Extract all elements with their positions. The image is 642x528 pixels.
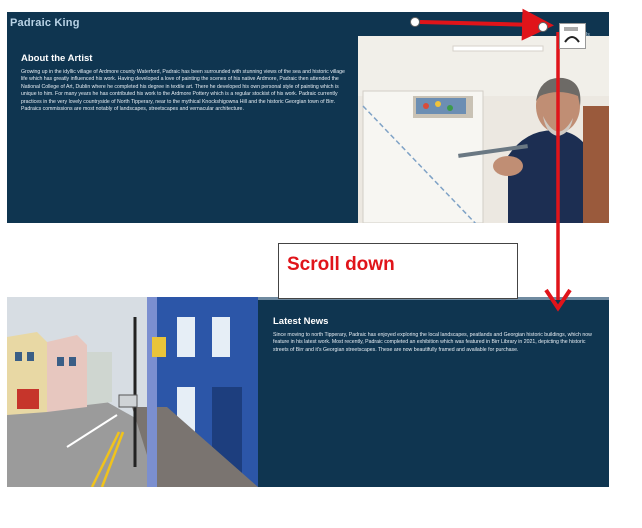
- start-marker-icon: [410, 17, 420, 27]
- end-marker-icon: [538, 22, 548, 32]
- scroll-arrow-annotation: [410, 8, 572, 312]
- scroll-cursor-icon: [559, 23, 586, 49]
